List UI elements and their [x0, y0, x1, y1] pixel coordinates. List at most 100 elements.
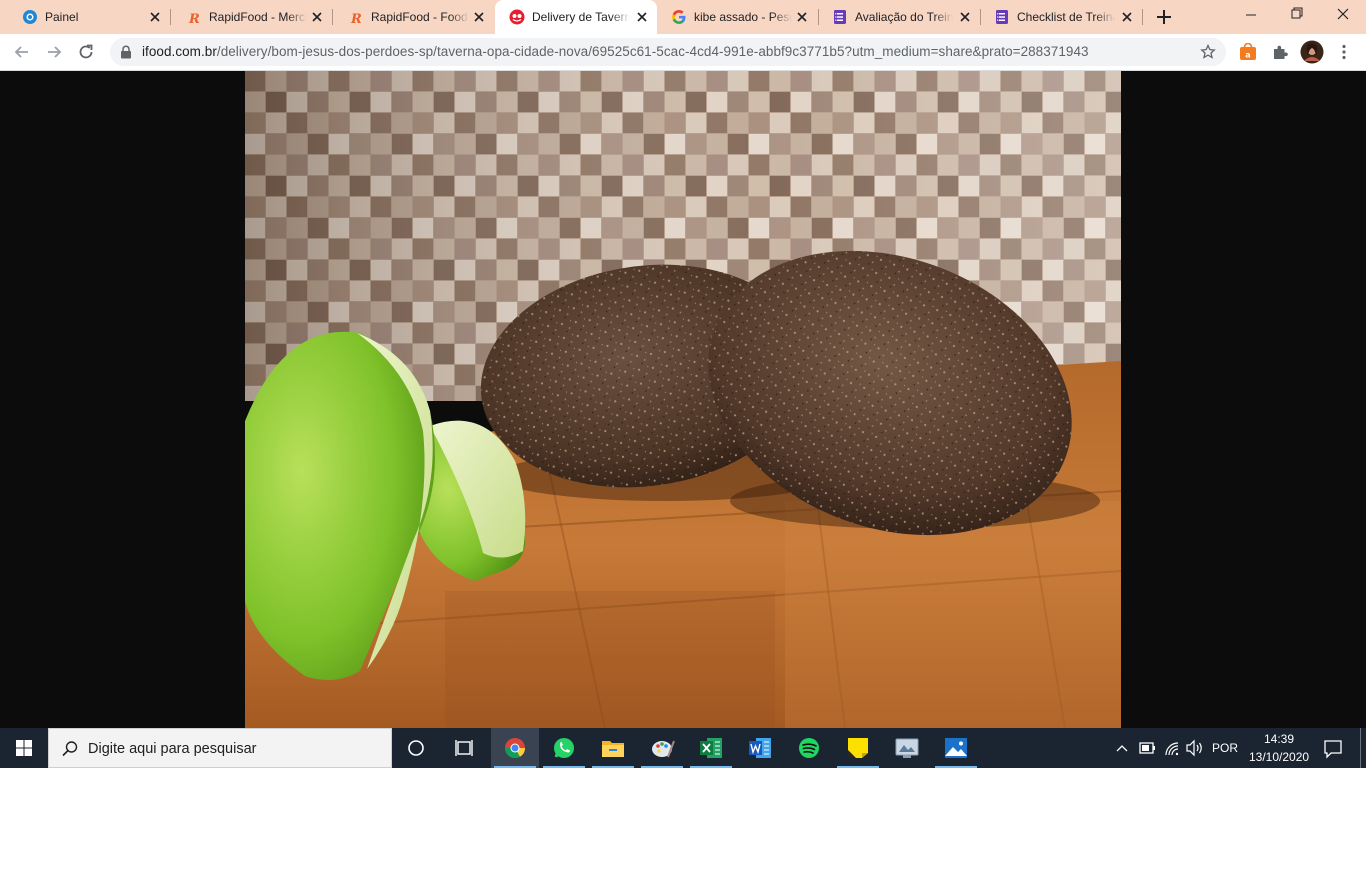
tab-avaliacao[interactable]: Avaliação do Trein — [818, 0, 980, 34]
shopping-extension-icon[interactable]: a — [1239, 43, 1257, 61]
url-text[interactable]: ifood.com.br/delivery/bom-jesus-dos-perd… — [142, 44, 1089, 60]
tab-delivery-taverna[interactable]: Delivery de Tavern — [495, 0, 657, 34]
svg-text:a: a — [1245, 51, 1250, 60]
tab-strip: Painel R RapidFood - Merch R RapidFood -… — [0, 0, 1366, 34]
forward-arrow-icon[interactable] — [44, 42, 64, 62]
clock-date[interactable]: 13/10/2020 — [1249, 750, 1309, 764]
tab-title: RapidFood - Merch — [209, 10, 307, 24]
taskbar-sticky-notes[interactable] — [834, 728, 882, 768]
sticky-notes-icon — [848, 738, 868, 758]
url-host: ifood.com.br — [142, 44, 217, 59]
url-path: /delivery/bom-jesus-dos-perdoes-sp/taver… — [216, 44, 1089, 59]
taskbar-search[interactable]: Digite aqui para pesquisar — [48, 728, 392, 768]
image-viewer-backdrop — [0, 71, 1366, 728]
taskbar-photos[interactable] — [932, 728, 980, 768]
edge-blue-icon — [23, 10, 37, 24]
notifications-icon[interactable] — [1322, 728, 1344, 768]
speaker-icon[interactable] — [1184, 728, 1204, 768]
snipping-tool-icon — [895, 738, 919, 758]
close-icon[interactable] — [310, 10, 324, 24]
restore-icon — [1291, 7, 1303, 19]
minimize-icon — [1246, 14, 1256, 16]
task-view-icon — [455, 740, 473, 756]
clock-time[interactable]: 14:39 — [1264, 732, 1294, 746]
task-view-button[interactable] — [440, 728, 488, 768]
tab-rapidfood-merch[interactable]: R RapidFood - Merch — [172, 0, 332, 34]
forms-icon — [834, 10, 846, 24]
chevron-up-icon[interactable] — [1114, 728, 1130, 768]
taskbar-spotify[interactable] — [785, 728, 833, 768]
close-icon — [1337, 8, 1349, 20]
input-language[interactable]: POR — [1212, 741, 1238, 755]
close-icon[interactable] — [635, 10, 649, 24]
tab-title: Avaliação do Trein — [855, 10, 953, 24]
browser-menu-kebab-icon[interactable] — [1337, 43, 1351, 61]
back-arrow-icon[interactable] — [12, 42, 32, 62]
taskbar-snipping-tool[interactable] — [883, 728, 931, 768]
photos-icon — [945, 738, 967, 758]
file-explorer-icon — [602, 741, 624, 757]
taskbar-excel[interactable] — [687, 728, 735, 768]
tab-separator — [1142, 9, 1143, 25]
taskbar-whatsapp[interactable] — [540, 728, 588, 768]
address-bar[interactable]: ifood.com.br/delivery/bom-jesus-dos-perd… — [110, 38, 1226, 66]
close-icon[interactable] — [958, 10, 972, 24]
profile-avatar-icon[interactable] — [1300, 40, 1324, 64]
start-button[interactable] — [0, 728, 48, 768]
whatsapp-icon — [554, 738, 574, 758]
close-icon[interactable] — [472, 10, 486, 24]
running-indicator — [935, 766, 977, 768]
excel-icon — [700, 738, 722, 758]
close-icon[interactable] — [795, 10, 809, 24]
tab-checklist[interactable]: Checklist de Treina — [980, 0, 1142, 34]
show-desktop-divider[interactable] — [1360, 728, 1361, 768]
battery-icon[interactable] — [1138, 728, 1156, 768]
lock-icon[interactable] — [120, 45, 132, 59]
running-indicator — [494, 766, 536, 768]
running-indicator — [690, 766, 732, 768]
close-icon[interactable] — [148, 10, 162, 24]
paint-icon — [652, 740, 675, 758]
windows-logo-icon — [16, 740, 32, 756]
chrome-icon — [504, 738, 526, 759]
taskbar-paint[interactable] — [638, 728, 686, 768]
browser-toolbar: ifood.com.br/delivery/bom-jesus-dos-perd… — [0, 34, 1366, 71]
kibe-dish-photo — [245, 71, 1121, 728]
svg-text:R: R — [188, 12, 200, 25]
taskbar-chrome[interactable] — [491, 728, 539, 768]
running-indicator — [641, 766, 683, 768]
cortana-button[interactable] — [392, 728, 440, 768]
svg-text:R: R — [350, 12, 362, 25]
close-window-button[interactable] — [1320, 0, 1366, 34]
spotify-icon — [799, 738, 819, 758]
google-icon — [672, 10, 686, 24]
reload-icon[interactable] — [76, 42, 96, 62]
windows-taskbar: Digite aqui para pesquisar POR 14:39 13/… — [0, 728, 1366, 768]
close-icon[interactable] — [1120, 10, 1134, 24]
tab-kibe-assado[interactable]: kibe assado - Pesq — [657, 0, 817, 34]
tab-title: RapidFood - FoodP — [371, 10, 469, 24]
search-placeholder: Digite aqui para pesquisar — [88, 741, 257, 757]
tab-title: Delivery de Tavern — [532, 10, 630, 24]
tab-painel[interactable]: Painel — [8, 0, 170, 34]
extensions-puzzle-icon[interactable] — [1271, 43, 1289, 61]
tab-separator — [170, 9, 171, 25]
running-indicator — [837, 766, 879, 768]
network-icon[interactable] — [1162, 728, 1182, 768]
tab-separator — [332, 9, 333, 25]
forms-icon — [996, 10, 1008, 24]
rapidfood-icon: R — [350, 12, 362, 25]
minimize-button[interactable] — [1228, 0, 1274, 34]
restore-button[interactable] — [1274, 0, 1320, 34]
tab-title: Checklist de Treina — [1017, 10, 1115, 24]
tab-title: Painel — [45, 10, 79, 24]
bookmark-star-icon[interactable] — [1200, 44, 1216, 60]
tab-rapidfood-foodp[interactable]: R RapidFood - FoodP — [334, 0, 494, 34]
taskbar-word[interactable] — [736, 728, 784, 768]
running-indicator — [543, 766, 585, 768]
tab-title: kibe assado - Pesq — [694, 10, 792, 24]
cortana-circle-icon — [408, 740, 424, 756]
running-indicator — [592, 766, 634, 768]
taskbar-file-explorer[interactable] — [589, 728, 637, 768]
new-tab-plus-icon[interactable] — [1155, 8, 1173, 26]
